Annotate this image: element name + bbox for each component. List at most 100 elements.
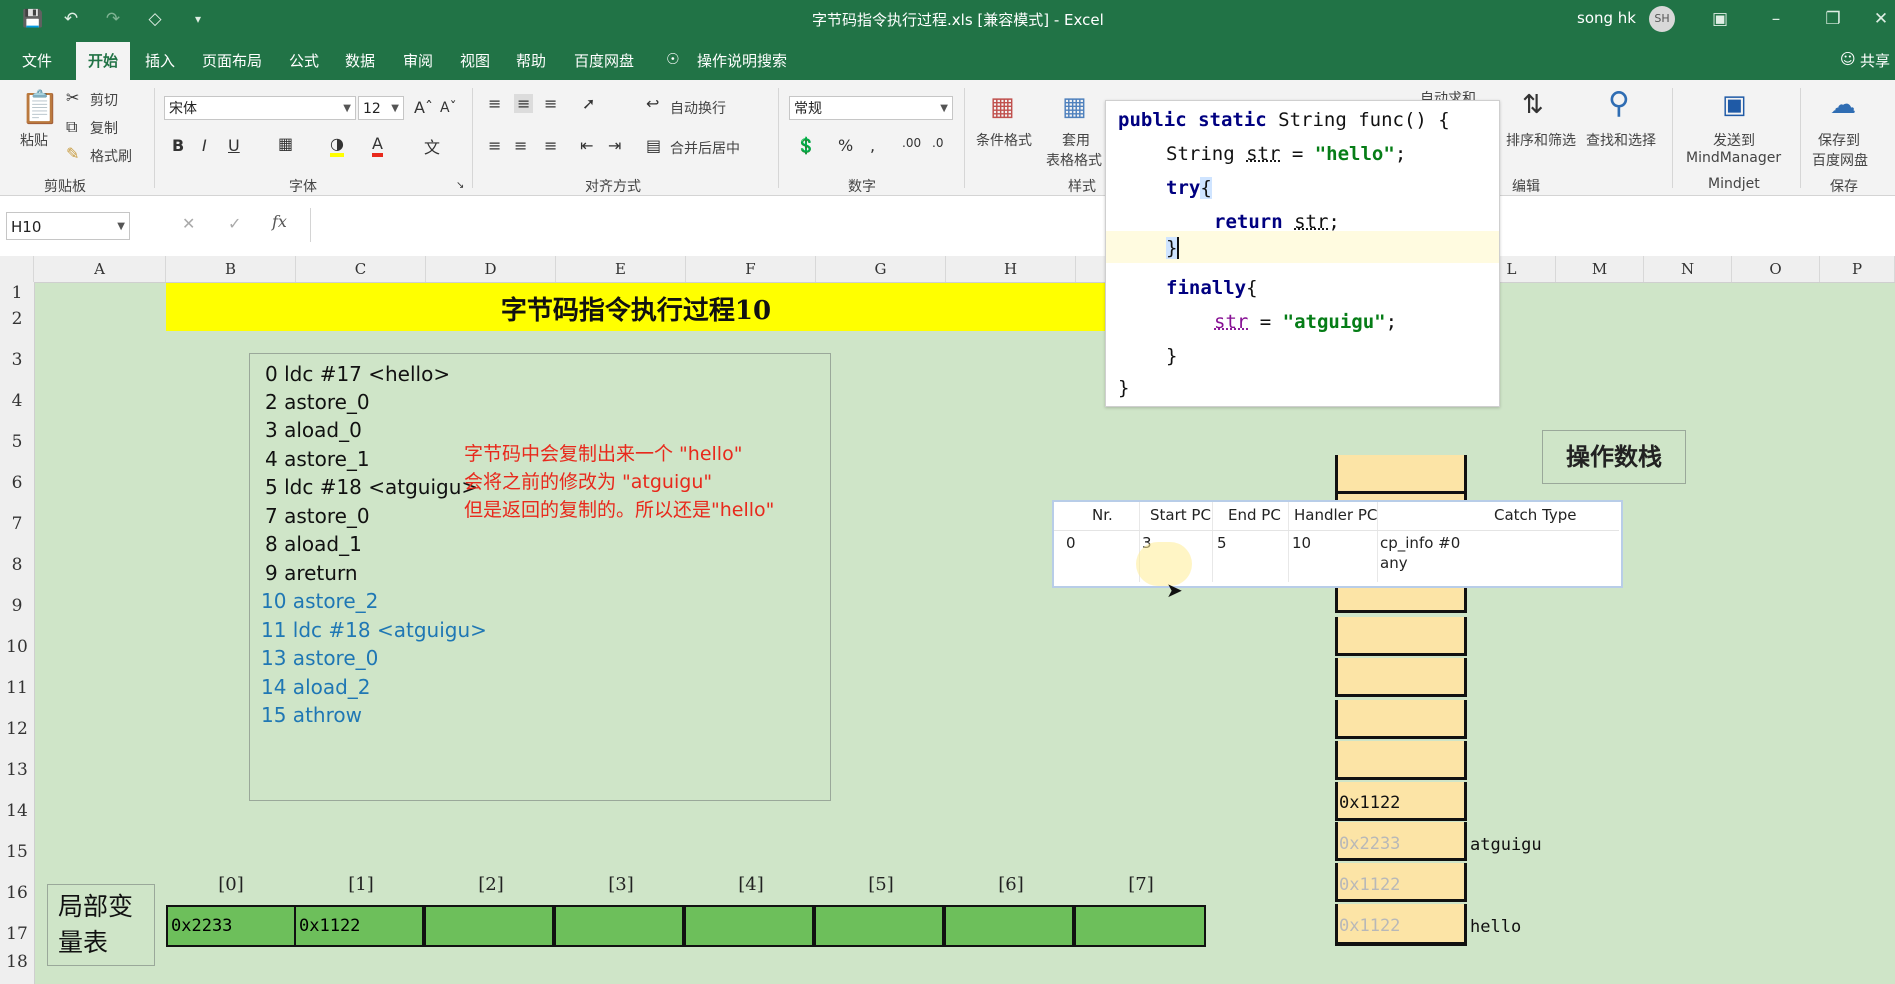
align-top-icon[interactable]: ≡ [488, 94, 501, 113]
row-header[interactable]: 13 [0, 760, 34, 780]
decrease-font-icon[interactable]: Aˇ [440, 100, 457, 116]
column-header[interactable]: H [946, 256, 1076, 282]
customize-qat-icon[interactable]: ▾ [185, 6, 211, 32]
local-var-slot[interactable]: 0x2233 [166, 905, 296, 947]
save-to-label-1[interactable]: 保存到 [1818, 130, 1860, 150]
number-format-select[interactable]: 常规 ▼ [789, 96, 953, 120]
formula-input[interactable] [310, 208, 1891, 242]
increase-font-icon[interactable]: Aˆ [414, 98, 433, 117]
column-header[interactable]: G [816, 256, 946, 282]
bold-icon[interactable]: B [172, 136, 184, 155]
decrease-decimal-icon[interactable]: .0 [932, 136, 943, 150]
merge-center-icon[interactable]: ▤ [646, 136, 661, 155]
stack-slot[interactable] [1335, 658, 1467, 697]
stack-slot[interactable] [1335, 700, 1467, 739]
minimize-icon[interactable]: – [1763, 6, 1789, 32]
tab-insert[interactable]: 插入 [145, 50, 175, 71]
percent-icon[interactable]: % [838, 136, 853, 155]
row-header[interactable]: 15 [0, 842, 34, 862]
font-name-select[interactable]: 宋体 ▼ [164, 96, 356, 120]
border-icon[interactable]: ▦ [278, 134, 293, 153]
fill-color-icon[interactable]: ◑ [330, 134, 344, 157]
align-middle-icon[interactable]: ≡ [514, 94, 534, 113]
enter-icon[interactable]: ✓ [228, 214, 241, 233]
font-size-select[interactable]: 12 ▼ [358, 96, 404, 120]
copy-button[interactable]: 复制 [90, 118, 118, 138]
row-header[interactable]: 16 [0, 883, 34, 903]
orientation-icon[interactable]: ➚ [582, 94, 595, 113]
sort-filter-button[interactable]: 排序和筛选 [1506, 130, 1576, 150]
stack-slot[interactable] [1335, 617, 1467, 656]
row-header[interactable]: 12 [0, 719, 34, 739]
find-select-button[interactable]: 查找和选择 [1586, 130, 1656, 150]
find-select-icon[interactable]: ⚲ [1608, 86, 1630, 121]
column-header[interactable]: F [686, 256, 816, 282]
send-to-label-2[interactable]: MindManager [1686, 150, 1781, 166]
cut-button[interactable]: 剪切 [90, 90, 118, 110]
tab-home[interactable]: 开始 [76, 42, 131, 80]
column-header[interactable]: E [556, 256, 686, 282]
increase-decimal-icon[interactable]: .00 [902, 136, 921, 150]
column-header[interactable]: C [296, 256, 426, 282]
row-header[interactable]: 2 [0, 309, 34, 329]
row-header[interactable]: 3 [0, 350, 34, 370]
cut-icon[interactable]: ✂ [66, 88, 79, 107]
save-to-label-2[interactable]: 百度网盘 [1812, 150, 1868, 170]
row-header[interactable]: 14 [0, 801, 34, 821]
column-header[interactable]: M [1556, 256, 1644, 282]
row-header[interactable]: 4 [0, 391, 34, 411]
tab-data[interactable]: 数据 [345, 50, 375, 71]
row-header[interactable]: 1 [0, 283, 34, 303]
column-header[interactable]: A [34, 256, 166, 282]
decrease-indent-icon[interactable]: ⇤ [580, 136, 593, 155]
align-right-icon[interactable]: ≡ [544, 136, 557, 155]
row-header[interactable]: 18 [0, 952, 34, 972]
local-var-slot[interactable] [1074, 905, 1206, 947]
send-to-label-1[interactable]: 发送到 [1713, 130, 1755, 150]
local-var-slot[interactable] [944, 905, 1074, 947]
increase-indent-icon[interactable]: ⇥ [608, 136, 621, 155]
stack-slot[interactable] [1335, 741, 1467, 780]
row-header[interactable]: 7 [0, 514, 34, 534]
format-as-table-icon[interactable]: ▦ [1062, 92, 1087, 122]
avatar[interactable]: SH [1649, 6, 1675, 32]
tab-file[interactable]: 文件 [22, 50, 52, 71]
currency-icon[interactable]: 💲 [796, 136, 816, 155]
save-icon[interactable]: 💾 [20, 6, 46, 32]
touch-mode-icon[interactable]: ◇ [142, 6, 168, 32]
paste-icon[interactable]: 📋 [20, 88, 60, 126]
insert-function-icon[interactable]: fx [272, 212, 287, 231]
row-header[interactable]: 17 [0, 924, 34, 944]
row-header[interactable]: 11 [0, 678, 34, 698]
restore-icon[interactable]: ❐ [1820, 6, 1846, 32]
column-header[interactable]: N [1644, 256, 1732, 282]
tab-baidu[interactable]: 百度网盘 [574, 50, 634, 71]
phonetic-icon[interactable]: 文 [424, 134, 440, 158]
tab-help[interactable]: 帮助 [516, 50, 546, 71]
local-var-slot[interactable]: 0x1122 [294, 905, 424, 947]
local-var-slot[interactable] [424, 905, 554, 947]
align-center-icon[interactable]: ≡ [514, 136, 527, 155]
tab-formulas[interactable]: 公式 [289, 50, 319, 71]
copy-icon[interactable]: ⧉ [66, 117, 77, 137]
italic-icon[interactable]: I [202, 136, 207, 155]
sort-filter-icon[interactable]: ⇅ [1522, 90, 1544, 120]
column-header[interactable]: O [1732, 256, 1820, 282]
local-var-slot[interactable] [684, 905, 814, 947]
tell-me-search[interactable]: 操作说明搜索 [697, 50, 787, 71]
paste-button[interactable]: 粘贴 [20, 130, 48, 150]
underline-icon[interactable]: U [228, 136, 240, 155]
ribbon-display-icon[interactable]: ▣ [1707, 6, 1733, 32]
close-icon[interactable]: ✕ [1868, 6, 1894, 32]
operand-stack-label[interactable]: 操作数栈 [1542, 430, 1686, 484]
row-header[interactable]: 6 [0, 473, 34, 493]
column-header[interactable]: D [426, 256, 556, 282]
tab-page-layout[interactable]: 页面布局 [202, 50, 262, 71]
font-color-icon[interactable]: A [372, 134, 383, 157]
format-as-table-label-1[interactable]: 套用 [1062, 130, 1090, 150]
stack-slot[interactable] [1335, 455, 1467, 494]
tab-view[interactable]: 视图 [460, 50, 490, 71]
column-header[interactable]: P [1820, 256, 1895, 282]
code-editor-popup[interactable]: public static String func() { String str… [1105, 100, 1500, 407]
wrap-text-icon[interactable]: ↩ [646, 94, 659, 113]
